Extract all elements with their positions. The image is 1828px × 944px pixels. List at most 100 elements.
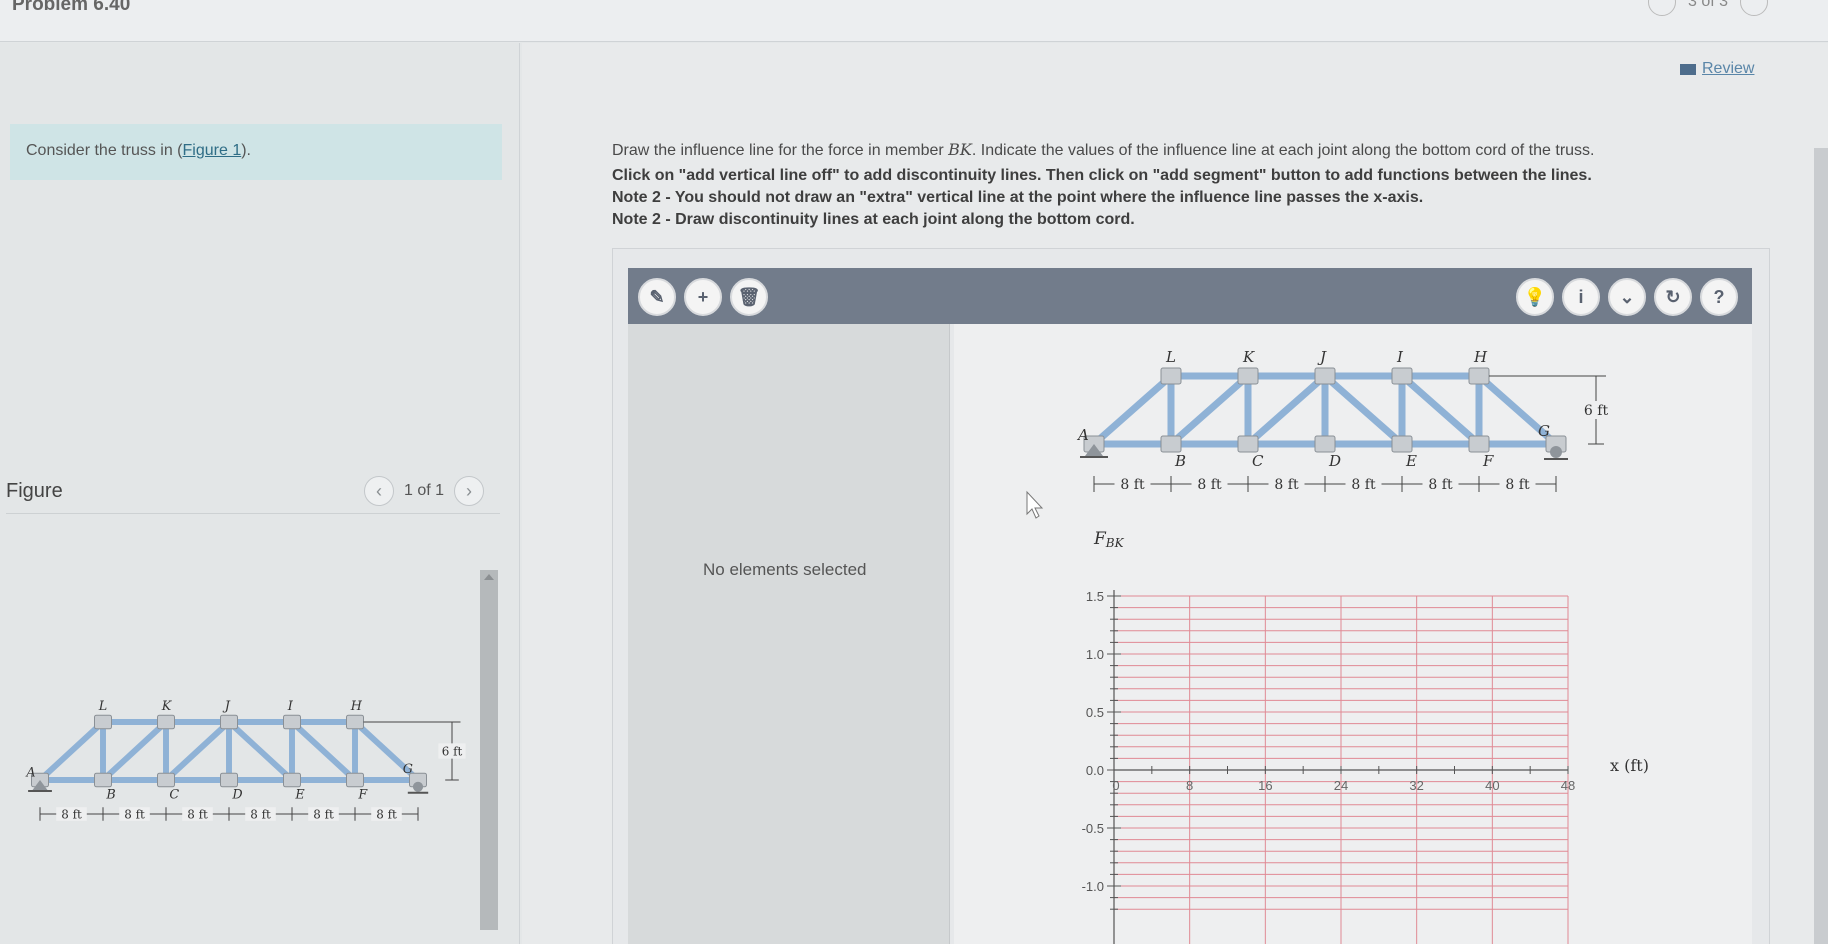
add-segment-button[interactable]: +	[684, 278, 722, 316]
y-tick-label: 1.0	[1086, 647, 1104, 662]
note-2: Note 2 - You should not draw an "extra" …	[612, 189, 1424, 206]
add-vertical-line-button[interactable]: ✎	[638, 278, 676, 316]
note-1: Click on "add vertical line off" to add …	[612, 167, 1592, 184]
panel-dimension: 8 ft	[1505, 477, 1530, 493]
y-tick-label: -0.5	[1082, 821, 1104, 836]
pencil-plus-icon: ✎	[649, 286, 665, 307]
chevron-right-icon: ›	[466, 480, 473, 501]
joint-label-B: B	[105, 788, 115, 803]
chevron-left-icon: ‹	[376, 480, 382, 501]
note-3: Note 2 - Draw discontinuity lines at eac…	[612, 211, 1135, 228]
diagonal-member	[1322, 373, 1405, 447]
gusset-plate	[283, 714, 301, 730]
figure-scrollbar[interactable]	[480, 570, 498, 930]
member-AL	[1091, 373, 1174, 447]
figure-truss: L K J I H B C D E F A G 8 ft 8 ft 8 ft 8 ft 8 ft 8 ft 6 ft	[25, 699, 466, 821]
panel-dimension: 8 ft	[1351, 477, 1376, 493]
instructions: Draw the influence line for the force in…	[612, 140, 1742, 231]
y-axis-label: FBK	[1093, 529, 1125, 550]
figure-prev-button[interactable]: ‹	[364, 476, 394, 506]
book-icon	[1680, 63, 1696, 75]
x-axis-label: x (ft)	[1610, 756, 1649, 775]
cursor-icon	[1026, 490, 1044, 519]
gusset-plate	[220, 714, 238, 730]
diagonal-member	[100, 719, 169, 783]
roller-support-icon	[412, 781, 424, 792]
reset-icon: ↻	[1665, 286, 1681, 307]
joint-label-C: C	[169, 788, 179, 803]
panel-dimension: 8 ft	[1274, 477, 1299, 493]
gusset-plate	[1314, 435, 1336, 453]
instruction-prefix: Draw the influence line for the force in…	[612, 142, 949, 159]
no-elements-text: No elements selected	[703, 560, 867, 579]
panel-dimension: 8 ft	[1120, 477, 1145, 493]
problem-pager: 3 of 3	[1647, 0, 1768, 16]
chevron-down-icon: ⌄	[1619, 286, 1635, 307]
panel-dimension: 8 ft	[187, 807, 208, 821]
panel-dimension: 8 ft	[313, 807, 334, 821]
reset-button[interactable]: ↻	[1654, 278, 1692, 316]
graph-svg[interactable]: L K J I H B C D E F A G 8 ft 8 ft 8 ft 8 ft 8 ft 8 ft 6 ft…	[954, 324, 1752, 944]
consider-box: Consider the truss in (Figure 1).	[10, 124, 502, 180]
figure-link[interactable]: Figure 1	[183, 142, 242, 159]
gusset-plate	[94, 714, 112, 730]
joint-label-H: H	[350, 699, 363, 714]
joint-label-K: K	[161, 699, 173, 714]
next-problem-button[interactable]	[1740, 0, 1768, 16]
gusset-plate	[1391, 435, 1413, 453]
joint-label-B: B	[1174, 452, 1186, 470]
y-tick-label: -1.0	[1082, 879, 1104, 894]
member-name: BK	[948, 140, 972, 159]
diagonal-member	[163, 719, 232, 783]
diagonal-member	[289, 719, 358, 783]
info-button[interactable]: i	[1562, 278, 1600, 316]
figure-next-button[interactable]: ›	[454, 476, 485, 506]
roller-support-icon	[1550, 446, 1562, 458]
properties-pane: No elements selected	[628, 324, 950, 944]
gusset-plate	[157, 714, 175, 730]
review-link[interactable]: Review	[1680, 60, 1754, 78]
y-axis-subscript: BK	[1105, 536, 1125, 550]
panel-dimension: 8 ft	[124, 807, 145, 821]
x-tick-label: 16	[1258, 778, 1272, 793]
graph-canvas[interactable]: L K J I H B C D E F A G 8 ft 8 ft 8 ft 8 ft 8 ft 8 ft 6 ft…	[954, 324, 1752, 944]
help-button[interactable]: ?	[1700, 278, 1738, 316]
x-tick-label: 40	[1485, 778, 1499, 793]
member-AL	[37, 719, 106, 783]
figure-label: Figure	[6, 480, 63, 502]
gusset-plate	[157, 772, 175, 788]
hint-button[interactable]: 💡	[1516, 278, 1554, 316]
consider-text: Consider the truss in (	[26, 142, 183, 159]
joint-label-H: H	[1473, 348, 1488, 366]
joint-label-L: L	[98, 699, 107, 714]
previous-problem-button[interactable]	[1647, 0, 1676, 16]
page-scrollbar[interactable]	[1814, 148, 1828, 944]
joint-label-I: I	[287, 699, 294, 714]
truss-members	[31, 714, 427, 788]
y-tick-label: 1.5	[1086, 589, 1104, 604]
gusset-plate	[1468, 435, 1490, 453]
dropdown-button[interactable]: ⌄	[1608, 278, 1646, 316]
gusset-plate	[1468, 367, 1490, 385]
diagonal-member	[1168, 373, 1251, 447]
y-tick-label: 0.0	[1086, 763, 1104, 778]
joint-label-A: A	[25, 766, 35, 781]
panel-dimension: 8 ft	[376, 807, 397, 821]
x-tick-label: 32	[1409, 778, 1423, 793]
joint-label-F: F	[357, 788, 368, 803]
truss-members	[1083, 367, 1567, 453]
panel-dimension: 8 ft	[1428, 477, 1453, 493]
top-bar: Problem 6.40 3 of 3	[0, 0, 1828, 42]
x-tick-label: 8	[1186, 778, 1193, 793]
delete-button[interactable]: 🗑	[730, 278, 768, 316]
instruction-suffix: . Indicate the values of the influence l…	[971, 142, 1595, 159]
figure-pager: ‹ 1 of 1 ›	[364, 476, 485, 506]
gusset-plate	[94, 772, 112, 788]
gusset-plate	[1237, 367, 1259, 385]
problem-title: Problem 6.40	[12, 0, 131, 15]
lightbulb-icon: 💡	[1523, 286, 1547, 307]
plus-icon: +	[697, 286, 709, 307]
joint-label-E: E	[1405, 452, 1417, 470]
scroll-up-icon[interactable]	[484, 574, 494, 580]
diagonal-member	[1399, 373, 1482, 447]
